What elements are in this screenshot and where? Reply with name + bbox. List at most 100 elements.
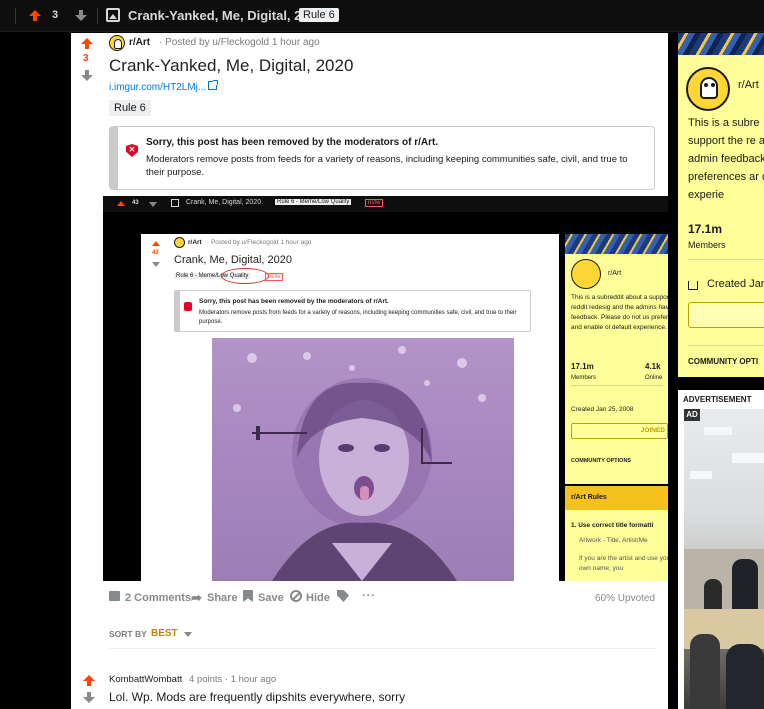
embed-flair: Rule 6 - Meme/Low Quality (275, 199, 352, 205)
embed-community-options: COMMUNITY OPTIONS (571, 458, 632, 464)
save-button[interactable]: Save (258, 592, 284, 604)
embed-joined-button: JOINED (571, 423, 668, 439)
image-post-icon (106, 8, 120, 22)
comments-button[interactable]: 2 Comments (125, 592, 191, 604)
upvote-icon[interactable] (81, 38, 93, 49)
removed-body: Moderators remove posts from feeds for a… (146, 154, 628, 178)
join-button[interactable] (688, 302, 764, 328)
embed-removed-notice: Sorry, this post has been removed by the… (174, 290, 531, 332)
subreddit-name[interactable]: r/Art (129, 37, 150, 48)
subreddit-sidebar-card: r/Art This is a subre support the re and… (678, 33, 764, 377)
removed-notice: ✕ Sorry, this post has been removed by t… (109, 126, 655, 190)
image-post-icon (171, 199, 179, 207)
chevron-down-icon[interactable] (184, 632, 192, 637)
ceiling-light (732, 453, 764, 463)
person-shape (704, 579, 722, 609)
divider (97, 8, 98, 24)
flair-badge[interactable]: Rule 6 (299, 8, 339, 22)
embed-side-name: r/Art (608, 270, 622, 277)
subreddit-avatar[interactable] (109, 35, 125, 51)
comment-author[interactable]: KombattWombatt (109, 674, 182, 685)
embed-removed-body: Moderators remove posts from feeds for a… (199, 310, 517, 325)
embed-removed-title: Sorry, this post has been removed by the… (199, 298, 389, 305)
sort-by-label: SORT BY (109, 629, 147, 639)
sidebar-subreddit-name[interactable]: r/Art (738, 79, 759, 91)
cake-icon (688, 281, 698, 290)
embed-rules-card: r/Art Rules 1. Use correct title formatt… (565, 486, 668, 581)
sort-by-dropdown[interactable]: BEST (151, 628, 178, 639)
sidebar-members-label: Members (688, 240, 726, 250)
embed-created: Created Jan 25, 2008 (571, 406, 634, 413)
more-options-button[interactable]: ··· (362, 590, 376, 602)
embed-posted-by: · Posted by u/Fleckogold 1 hour ago (207, 239, 312, 246)
bookmark-icon[interactable] (243, 590, 253, 602)
ceiling-light (704, 427, 732, 435)
comment-text: Lol. Wp. Mods are frequently dipshits ev… (109, 690, 406, 704)
post-image[interactable]: 43 Crank, Me, Digital, 2020 Rule 6 - Mem… (103, 196, 668, 581)
divider (688, 259, 764, 260)
notice-bar (175, 291, 180, 331)
embed-rule-1-sub: Artwork - Title, Artist/Me (579, 537, 648, 544)
shield-icon: ✕ (126, 144, 138, 157)
vote-count: 3 (83, 53, 89, 64)
comment-icon[interactable] (109, 591, 120, 601)
ad-image[interactable]: AD (684, 409, 764, 709)
upvote-icon[interactable] (29, 10, 41, 21)
upvote-icon[interactable] (83, 675, 95, 686)
sidebar-banner (565, 234, 668, 254)
sidebar-description: This is a subre support the re and the a… (688, 117, 764, 201)
share-icon[interactable]: ➦ (191, 590, 202, 606)
joined-label: JOINED (640, 427, 665, 434)
embed-rules-title: r/Art Rules (571, 494, 607, 501)
embed-vote-count: 43 (132, 200, 139, 206)
embed-nsfw: nsfw (265, 273, 284, 281)
divider (571, 385, 663, 386)
embed-nsfw: nsfw (365, 199, 384, 207)
post-card: 3 r/Art · Posted by u/Fleckogold 1 hour … (71, 33, 668, 709)
ad-label: ADVERTISEMENT (683, 395, 752, 404)
person-shape (690, 634, 720, 709)
ceiling-light (690, 471, 712, 479)
shield-icon (184, 302, 192, 311)
upvote-icon (152, 241, 160, 246)
embed-subreddit: r/Art (188, 239, 202, 246)
hide-button[interactable]: Hide (306, 592, 330, 604)
downvote-icon (152, 262, 160, 267)
post-link[interactable]: i.imgur.com/HT2LMj... (109, 82, 206, 93)
hide-icon[interactable] (290, 590, 302, 602)
embed-title: Crank, Me, Digital, 2020 (186, 199, 262, 206)
advertisement-card: ADVERTISEMENT AD (678, 390, 764, 709)
comment-meta: 4 points · 1 hour ago (189, 674, 277, 685)
post-top-bar: 3 Crank-Yanked, Me, Digital, 2020 Rule 6 (0, 0, 764, 32)
share-button[interactable]: Share (207, 592, 238, 604)
person-shape (726, 644, 764, 709)
notice-bar (110, 127, 118, 189)
divider (15, 8, 16, 24)
tag-icon[interactable] (337, 590, 349, 602)
post-title[interactable]: Crank-Yanked, Me, Digital, 2020 (128, 8, 323, 23)
subreddit-avatar (571, 259, 601, 289)
person-shape (732, 559, 758, 609)
embed-members-label: Members (571, 375, 597, 381)
subreddit-avatar[interactable] (686, 67, 730, 111)
artwork-drawing (233, 346, 486, 581)
embed-rule-1-body: If you are the artist and use your own n… (579, 555, 668, 572)
embed-post-title: Crank, Me, Digital, 2020 (174, 254, 292, 266)
community-options[interactable]: COMMUNITY OPTI (688, 357, 758, 366)
external-link-icon[interactable] (208, 80, 218, 90)
embed-rule-1: 1. Use correct title formatti (571, 522, 654, 529)
sidebar-members-count: 17.1m (688, 222, 723, 236)
artwork-image (212, 338, 514, 581)
embed-members-count: 17.1m (571, 362, 594, 371)
downvote-icon[interactable] (81, 70, 93, 81)
embed-sidebar-card: r/Art This is a subreddit about a suppo r… (565, 234, 668, 484)
downvote-icon[interactable] (83, 692, 95, 703)
flair-badge[interactable]: Rule 6 (109, 100, 151, 116)
ad-badge: AD (684, 409, 700, 421)
embed-online-count: 4.1k (645, 362, 661, 371)
divider (688, 345, 764, 346)
vote-count: 3 (52, 9, 59, 21)
downvote-icon (149, 202, 157, 207)
embed-side-desc: This is a subreddit about a support the … (571, 294, 668, 331)
downvote-icon[interactable] (75, 10, 87, 21)
